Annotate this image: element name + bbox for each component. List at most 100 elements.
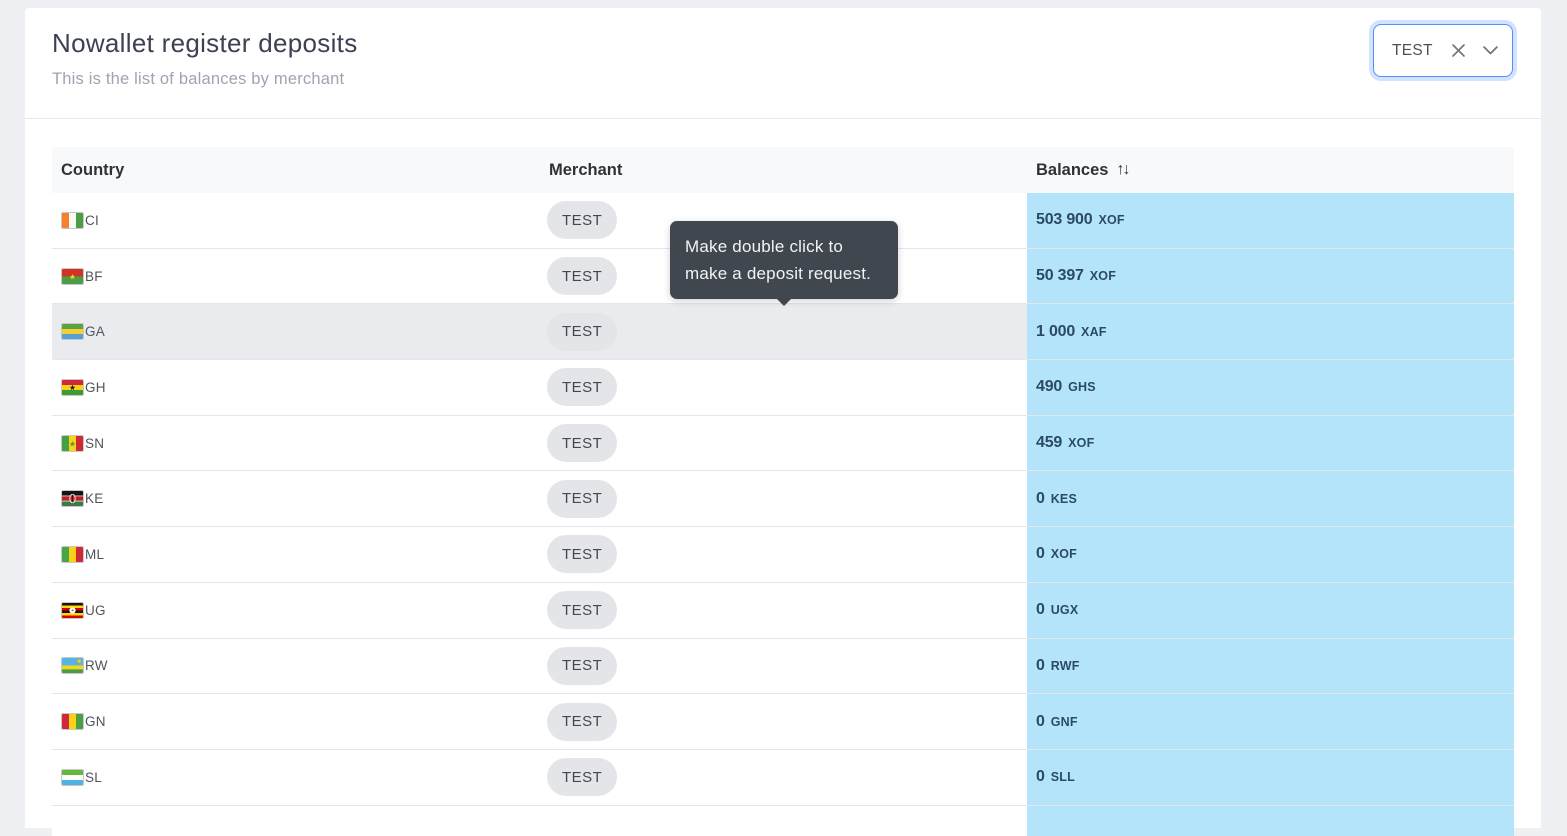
table-row[interactable]: ML TEST 0 XOF <box>52 527 1514 583</box>
merchant-cell: TEST <box>540 304 1027 359</box>
country-cell: KE <box>52 471 540 526</box>
flag-sl-icon <box>61 769 84 786</box>
country-code: BF <box>85 269 103 284</box>
balance-cell[interactable]: 503 900 XOF <box>1027 193 1514 248</box>
merchant-cell: TEST <box>540 694 1027 749</box>
balance-cell[interactable]: 0 GNF <box>1027 694 1514 749</box>
table-row[interactable]: GN TEST 0 GNF <box>52 694 1514 750</box>
balance-amount: 50 397 <box>1036 267 1084 285</box>
country-cell: SL <box>52 750 540 805</box>
balance-cell[interactable]: 0 RWF <box>1027 639 1514 694</box>
table-row[interactable]: RW TEST 0 RWF <box>52 639 1514 695</box>
table-row[interactable]: SN TEST 459 XOF <box>52 416 1514 472</box>
merchant-badge: TEST <box>547 535 617 573</box>
merchant-label: TEST <box>562 657 602 674</box>
balance-amount: 459 <box>1036 434 1062 452</box>
country-cell: CI <box>52 193 540 248</box>
flag-gh-icon <box>61 379 84 396</box>
country-cell: ML <box>52 527 540 582</box>
tooltip-text: Make double click to make a deposit requ… <box>685 237 871 283</box>
merchant-filter-select[interactable]: TEST <box>1373 24 1513 77</box>
balance-amount: 0 <box>1036 490 1045 508</box>
merchant-cell: TEST <box>540 527 1027 582</box>
balance-cell[interactable]: 50 397 XOF <box>1027 249 1514 304</box>
flag-bf-icon <box>61 268 84 285</box>
country-code: SL <box>85 770 102 785</box>
balance-cell[interactable]: 1 000 XAF <box>1027 304 1514 359</box>
merchant-badge: TEST <box>547 201 617 239</box>
flag-ga-icon <box>61 323 84 340</box>
merchant-label: TEST <box>562 713 602 730</box>
merchant-label: TEST <box>562 435 602 452</box>
merchant-cell: TEST <box>540 416 1027 471</box>
balances-header-label: Balances <box>1036 161 1108 180</box>
country-code: CI <box>85 213 99 228</box>
flag-ml-icon <box>61 546 84 563</box>
merchant-cell: TEST <box>540 583 1027 638</box>
country-cell: GH <box>52 360 540 415</box>
merchant-label: TEST <box>562 602 602 619</box>
country-code: GA <box>85 324 105 339</box>
merchant-label: TEST <box>562 212 602 229</box>
balance-amount: 0 <box>1036 601 1045 619</box>
merchant-cell: TEST <box>540 360 1027 415</box>
balance-cell <box>1027 806 1514 836</box>
balance-cell[interactable]: 0 UGX <box>1027 583 1514 638</box>
table-row[interactable]: GA TEST 1 000 XAF <box>52 304 1514 360</box>
table-row[interactable]: GH TEST 490 GHS <box>52 360 1514 416</box>
card-header: Nowallet register deposits This is the l… <box>25 8 1541 118</box>
table-row[interactable]: KE TEST 0 KES <box>52 471 1514 527</box>
balance-currency: XOF <box>1051 547 1077 561</box>
sort-arrows-icon[interactable]: ↑↓ <box>1116 161 1128 179</box>
balance-amount: 0 <box>1036 545 1045 563</box>
country-cell: GA <box>52 304 540 359</box>
balance-amount: 1 000 <box>1036 323 1075 341</box>
content-card: Nowallet register deposits This is the l… <box>25 8 1541 828</box>
balance-amount: 490 <box>1036 378 1062 396</box>
balance-cell[interactable]: 459 XOF <box>1027 416 1514 471</box>
balance-cell[interactable]: 0 KES <box>1027 471 1514 526</box>
country-code: ML <box>85 547 104 562</box>
balance-currency: XOF <box>1090 269 1116 283</box>
country-cell: SN <box>52 416 540 471</box>
merchant-badge: TEST <box>547 480 617 518</box>
balance-cell[interactable]: 0 SLL <box>1027 750 1514 805</box>
merchant-cell: TEST <box>540 471 1027 526</box>
country-code: GN <box>85 714 106 729</box>
country-cell: RW <box>52 639 540 694</box>
balance-amount: 0 <box>1036 768 1045 786</box>
flag-sn-icon <box>61 435 84 452</box>
merchant-cell: TEST <box>540 639 1027 694</box>
merchant-label: TEST <box>562 769 602 786</box>
balance-amount: 0 <box>1036 657 1045 675</box>
table-row[interactable]: SL TEST 0 SLL <box>52 750 1514 806</box>
merchant-filter-value: TEST <box>1392 42 1433 60</box>
flag-ug-icon <box>61 602 84 619</box>
merchant-badge: TEST <box>547 257 617 295</box>
clear-filter-x-icon[interactable] <box>1450 42 1467 59</box>
merchant-cell: TEST <box>540 750 1027 805</box>
merchant-label: TEST <box>562 546 602 563</box>
balance-currency: XOF <box>1098 213 1124 227</box>
merchant-label: TEST <box>562 379 602 396</box>
balance-currency: UGX <box>1051 603 1079 617</box>
flag-ci-icon <box>61 212 84 229</box>
merchant-badge: TEST <box>547 591 617 629</box>
balance-currency: XOF <box>1068 436 1094 450</box>
balance-cell[interactable]: 490 GHS <box>1027 360 1514 415</box>
balance-amount: 503 900 <box>1036 211 1092 229</box>
flag-gn-icon <box>61 713 84 730</box>
country-code: RW <box>85 658 108 673</box>
page-subtitle: This is the list of balances by merchant <box>52 70 344 89</box>
column-header-balances[interactable]: Balances ↑↓ <box>1027 161 1514 180</box>
deposit-tooltip: Make double click to make a deposit requ… <box>670 221 898 299</box>
table-row[interactable]: UG TEST 0 UGX <box>52 583 1514 639</box>
balance-currency: GNF <box>1051 715 1078 729</box>
balance-cell[interactable]: 0 XOF <box>1027 527 1514 582</box>
merchant-badge: TEST <box>547 368 617 406</box>
merchant-badge: TEST <box>547 703 617 741</box>
country-code: KE <box>85 491 103 506</box>
merchant-label: TEST <box>562 268 602 285</box>
chevron-down-icon[interactable] <box>1482 45 1499 56</box>
balance-currency: SLL <box>1051 770 1075 784</box>
